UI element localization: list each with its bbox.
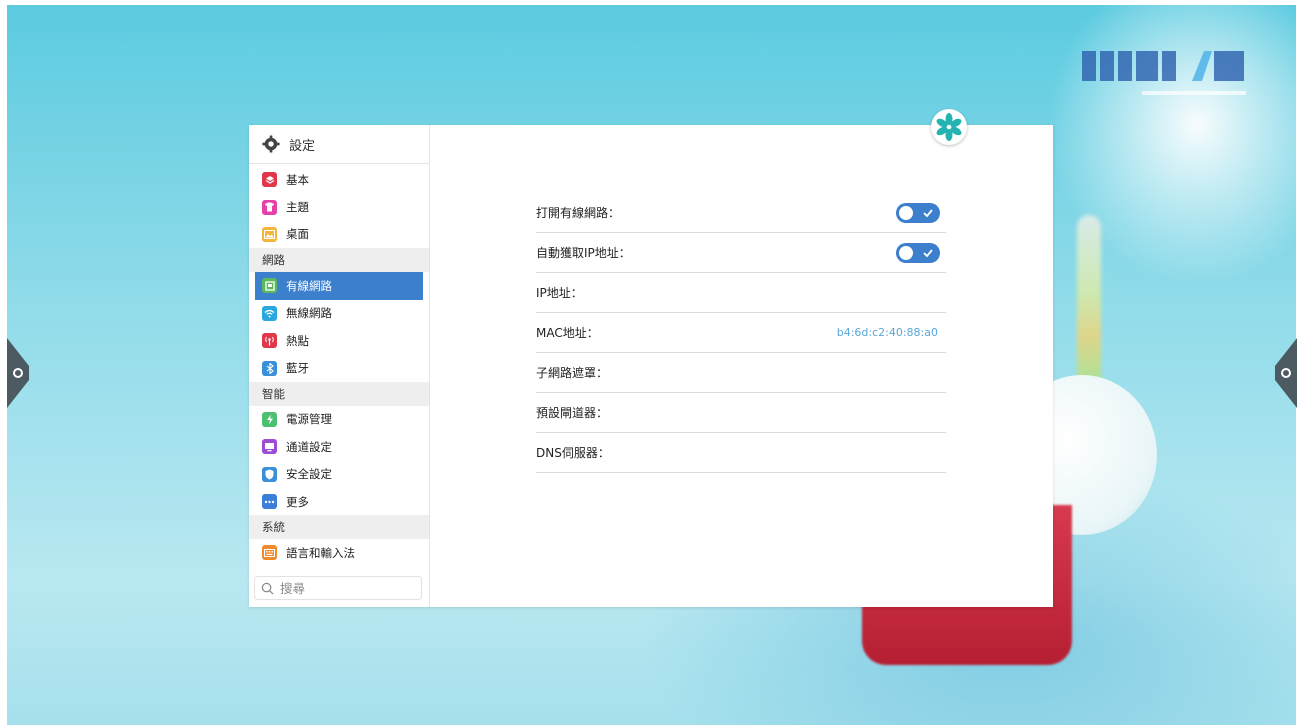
row-label: MAC地址： (536, 326, 599, 340)
brand-logo (1072, 43, 1252, 113)
wired-network-panel: 打開有線網路： 自動獲取IP地址： IP地址： MAC地址： b4:6d:c2:… (536, 193, 946, 473)
toggle-knob (899, 205, 913, 220)
row-dns-server: DNS伺服器： (536, 433, 946, 473)
row-label: 子網路遮罩： (536, 366, 609, 380)
row-enable-wired: 打開有線網路： (536, 193, 946, 233)
sidebar-item-label: 熱點 (286, 333, 309, 348)
picture-icon (262, 226, 277, 242)
settings-gear-icon (262, 135, 280, 153)
sidebar-title: 設定 (289, 138, 316, 154)
row-subnet-mask: 子網路遮罩： (536, 353, 946, 393)
sidebar-item-label: 更多 (286, 494, 309, 509)
mac-address-value: b4:6d:c2:40:88:a0 (836, 326, 938, 339)
sidebar-item-label: 基本 (286, 172, 309, 187)
sidebar-item-channel-settings[interactable]: 通道設定 (249, 433, 429, 460)
auto-ip-toggle[interactable] (896, 242, 940, 263)
search-input[interactable] (278, 579, 412, 597)
row-label: IP地址： (536, 286, 583, 300)
ethernet-icon (262, 278, 277, 294)
sidebar-item-power-management[interactable]: 電源管理 (249, 406, 429, 433)
channel-icon (262, 439, 277, 455)
more-icon (262, 494, 277, 510)
shirt-icon (262, 199, 277, 215)
check-icon (923, 208, 933, 217)
shield-icon (262, 466, 277, 482)
sidebar-item-more[interactable]: 更多 (249, 488, 429, 515)
sidebar-item-label: 通道設定 (286, 439, 332, 454)
sidebar-item-bluetooth[interactable]: 藍牙 (249, 354, 429, 381)
row-label: 打開有線網路： (536, 206, 621, 220)
floating-menu-button[interactable] (931, 109, 967, 145)
sidebar-item-desktop[interactable]: 桌面 (249, 221, 429, 248)
wifi-icon (262, 305, 277, 321)
sidebar-item-label: 安全設定 (286, 467, 332, 482)
toggle-knob (899, 245, 913, 260)
sidebar-search[interactable] (254, 576, 422, 600)
brand-logo-mark (1082, 51, 1246, 95)
sidebar-item-language-input[interactable]: 語言和輸入法 (249, 539, 429, 566)
power-icon (262, 411, 277, 427)
section-network: 網路 (249, 248, 429, 273)
check-icon (923, 248, 933, 257)
sidebar-item-basic[interactable]: 基本 (249, 166, 429, 193)
settings-sidebar: 設定 基本 主題 桌面 網路 有線網路 無線網路 熱點 藍牙 智能 電源管理 通… (249, 125, 430, 607)
asterisk-flower-icon (936, 113, 962, 141)
sidebar-item-wired-network[interactable]: 有線網路 (255, 272, 423, 300)
sidebar-list: 基本 主題 桌面 網路 有線網路 無線網路 熱點 藍牙 智能 電源管理 通道設定… (249, 166, 429, 567)
section-system: 系統 (249, 515, 429, 540)
sidebar-item-security-settings[interactable]: 安全設定 (249, 461, 429, 488)
settings-window: 設定 基本 主題 桌面 網路 有線網路 無線網路 熱點 藍牙 智能 電源管理 通… (249, 125, 1053, 607)
sidebar-item-label: 語言和輸入法 (286, 545, 355, 560)
row-label: 自動獲取IP地址： (536, 246, 631, 260)
enable-wired-toggle[interactable] (896, 202, 940, 223)
sidebar-item-hotspot[interactable]: 熱點 (249, 327, 429, 354)
section-smart: 智能 (249, 381, 429, 406)
gear-icon (1281, 368, 1291, 378)
hotspot-icon (262, 333, 277, 349)
sidebar-item-label: 有線網路 (286, 278, 332, 293)
bluetooth-icon (262, 360, 277, 376)
row-auto-ip: 自動獲取IP地址： (536, 233, 946, 273)
search-icon (261, 582, 274, 594)
row-ip-address: IP地址： (536, 273, 946, 313)
sidebar-item-theme[interactable]: 主題 (249, 193, 429, 220)
sidebar-item-label: 桌面 (286, 227, 309, 242)
row-label: 預設閘道器： (536, 406, 609, 420)
sidebar-item-label: 主題 (286, 200, 309, 215)
row-default-gateway: 預設閘道器： (536, 393, 946, 433)
keyboard-icon (262, 545, 277, 561)
sidebar-item-label: 電源管理 (286, 412, 332, 427)
sidebar-header: 設定 (249, 125, 429, 164)
sidebar-item-label: 無線網路 (286, 306, 332, 321)
sidebar-item-label: 藍牙 (286, 361, 309, 376)
sidebar-item-wifi[interactable]: 無線網路 (249, 300, 429, 327)
row-label: DNS伺服器： (536, 446, 610, 460)
layers-icon (262, 172, 277, 188)
row-mac-address: MAC地址： b4:6d:c2:40:88:a0 (536, 313, 946, 353)
gear-icon (13, 368, 23, 378)
